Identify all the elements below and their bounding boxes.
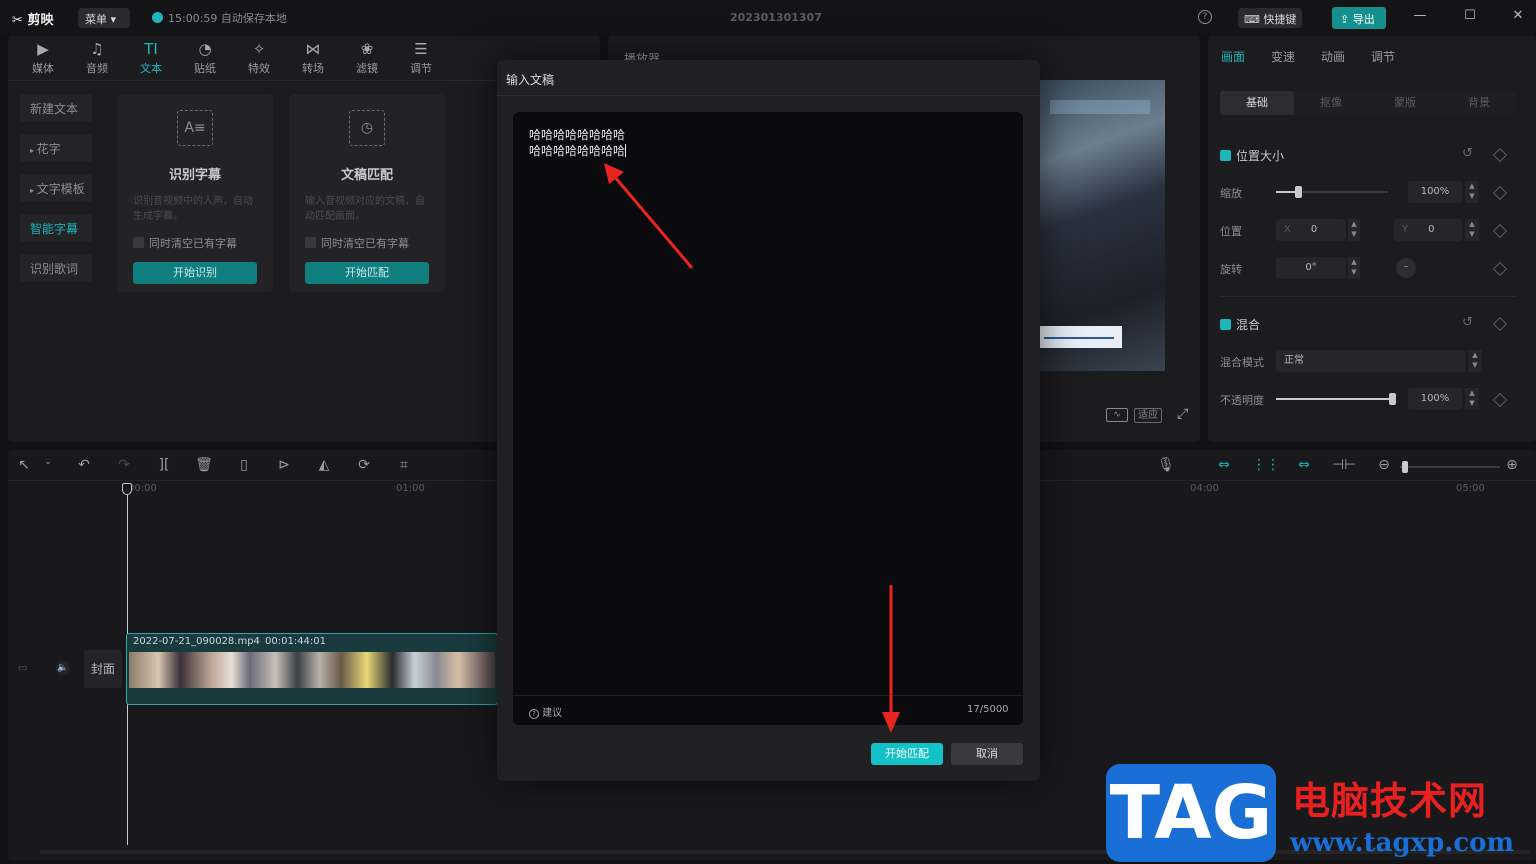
watermark-name: 电脑技术网 bbox=[1292, 779, 1488, 823]
arrow-line bbox=[612, 175, 694, 269]
watermark-url: www.tagxp.com bbox=[1290, 828, 1515, 858]
arrow-head bbox=[604, 163, 624, 184]
watermark-logo: TAG bbox=[1106, 764, 1276, 862]
annotation-arrows bbox=[604, 163, 900, 733]
arrow-head bbox=[882, 712, 900, 733]
